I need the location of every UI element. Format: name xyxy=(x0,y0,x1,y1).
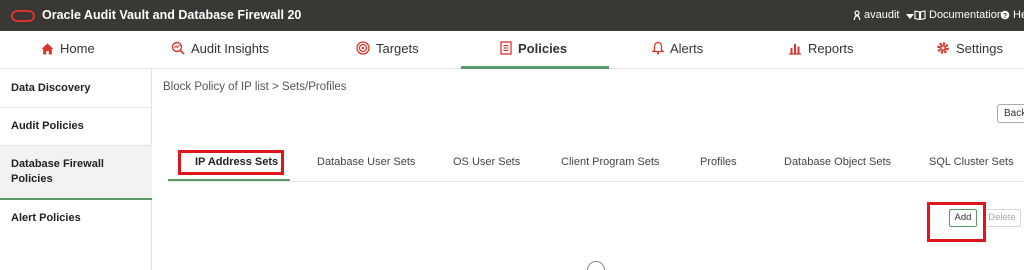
nav-settings[interactable]: Settings xyxy=(936,31,1003,69)
main-nav: Home Audit Insights Targets Policies Ale… xyxy=(0,31,1024,69)
tab-os-user-sets[interactable]: OS User Sets xyxy=(453,156,520,168)
breadcrumb: Block Policy of IP list > Sets/Profiles xyxy=(163,81,347,93)
bell-icon xyxy=(652,41,664,55)
active-tab-indicator xyxy=(168,179,290,181)
help-label: He xyxy=(1013,9,1024,21)
help-icon: ? xyxy=(1000,10,1010,20)
sidebar-item-label: Data Discovery xyxy=(11,81,91,94)
sidebar-item-database-firewall-policies[interactable]: Database Firewall Policies xyxy=(0,146,152,200)
tab-database-user-sets[interactable]: Database User Sets xyxy=(317,156,415,168)
delete-button[interactable]: Delete xyxy=(983,209,1021,227)
book-icon xyxy=(914,10,926,20)
nav-policies[interactable]: Policies xyxy=(500,31,567,69)
user-icon xyxy=(853,10,861,20)
user-menu[interactable]: avaudit xyxy=(853,9,914,21)
documentation-label: Documentation xyxy=(929,9,1003,21)
documentation-link[interactable]: Documentation xyxy=(914,9,1003,21)
nav-label: Policies xyxy=(518,41,568,56)
nav-label: Reports xyxy=(808,41,854,56)
tab-database-object-sets[interactable]: Database Object Sets xyxy=(784,156,891,168)
target-icon xyxy=(356,41,370,55)
tab-profiles[interactable]: Profiles xyxy=(700,156,737,168)
subtabs: IP Address Sets Database User Sets OS Us… xyxy=(168,150,1024,182)
top-bar: Oracle Audit Vault and Database Firewall… xyxy=(0,0,1024,31)
active-nav-indicator xyxy=(461,66,609,69)
home-icon xyxy=(41,43,54,55)
tab-sql-cluster-sets[interactable]: SQL Cluster Sets xyxy=(929,156,1014,168)
nav-label: Home xyxy=(60,41,95,56)
nav-home[interactable]: Home xyxy=(41,31,95,69)
nav-label: Audit Insights xyxy=(191,41,270,56)
policy-document-icon xyxy=(500,41,512,55)
magnifier-chart-icon xyxy=(171,41,185,55)
oracle-logo xyxy=(11,10,35,22)
user-name: avaudit xyxy=(864,9,900,21)
sidebar-item-audit-policies[interactable]: Audit Policies xyxy=(0,108,152,146)
nav-targets[interactable]: Targets xyxy=(356,31,419,69)
sidebar-item-label: Alert Policies xyxy=(11,212,81,224)
sidebar-item-label: Database Firewall Policies xyxy=(11,158,104,185)
help-link[interactable]: ? He xyxy=(1000,9,1024,21)
app-title: Oracle Audit Vault and Database Firewall… xyxy=(42,8,302,22)
sidebar-item-data-discovery[interactable]: Data Discovery xyxy=(0,69,152,108)
nav-audit-insights[interactable]: Audit Insights xyxy=(171,31,269,69)
nav-label: Alerts xyxy=(670,41,704,56)
svg-text:?: ? xyxy=(1003,13,1007,20)
nav-reports[interactable]: Reports xyxy=(788,31,854,69)
loading-spinner-icon xyxy=(587,261,605,270)
nav-alerts[interactable]: Alerts xyxy=(652,31,703,69)
highlight-ip-address-sets xyxy=(178,150,284,175)
sidebar: Data Discovery Audit Policies Database F… xyxy=(0,69,152,270)
caret-down-icon xyxy=(905,14,914,19)
gear-icon xyxy=(937,42,949,54)
nav-label: Targets xyxy=(376,41,419,56)
sidebar-item-label: Audit Policies xyxy=(11,120,84,132)
bar-chart-icon xyxy=(789,44,801,55)
highlight-add-button xyxy=(927,202,986,242)
nav-label: Settings xyxy=(956,41,1003,56)
sidebar-item-alert-policies[interactable]: Alert Policies xyxy=(0,200,152,237)
back-button[interactable]: Back xyxy=(997,104,1024,123)
tab-client-program-sets[interactable]: Client Program Sets xyxy=(561,156,659,168)
